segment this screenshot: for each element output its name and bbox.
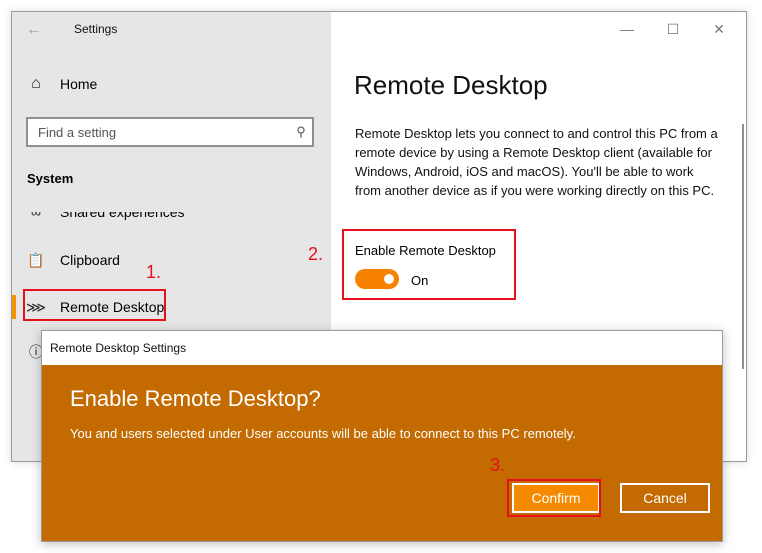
page-title: Remote Desktop xyxy=(354,70,548,100)
step-2-label: 2. xyxy=(308,244,324,264)
clipboard-icon: 📋 xyxy=(27,251,45,268)
maximize-icon[interactable]: ☐ xyxy=(650,17,696,41)
step-3-label: 3. xyxy=(490,455,506,475)
window-title: Settings xyxy=(74,22,118,36)
sidebar-item-label: Clipboard xyxy=(60,252,120,268)
search-icon[interactable]: ⚲ xyxy=(290,124,312,140)
description-text: Remote Desktop lets you connect to and c… xyxy=(355,126,718,198)
sidebar-item-label: Shared experiences xyxy=(60,204,185,220)
scrollbar[interactable] xyxy=(742,124,744,369)
minimize-icon[interactable]: — xyxy=(604,17,650,41)
window-controls: — ☐ ✕ xyxy=(604,17,742,41)
search-box[interactable]: ⚲ xyxy=(26,117,314,147)
shared-experiences-icon: ∞ xyxy=(31,204,41,220)
dialog-heading: Enable Remote Desktop? xyxy=(70,386,321,411)
section-title: System xyxy=(27,171,74,186)
step-1-label: 1. xyxy=(146,262,162,282)
dialog-message: You and users selected under User accoun… xyxy=(70,426,576,441)
search-input[interactable] xyxy=(28,123,290,141)
dialog-title: Remote Desktop Settings xyxy=(50,341,187,355)
highlight-box-step3 xyxy=(507,479,601,517)
sidebar-item-shared-experiences[interactable]: ∞ Shared experiences xyxy=(12,204,331,230)
highlight-box-step1 xyxy=(23,289,166,321)
sidebar-item-home[interactable]: ⌂ Home xyxy=(26,75,97,93)
dialog-body: Enable Remote Desktop? You and users sel… xyxy=(42,365,722,541)
highlight-box-step2 xyxy=(342,229,516,300)
cancel-button[interactable]: Cancel xyxy=(620,483,710,513)
sidebar-item-clipboard[interactable]: 📋 Clipboard xyxy=(12,242,331,278)
back-arrow-icon[interactable]: ← xyxy=(26,21,42,39)
home-icon: ⌂ xyxy=(31,75,41,92)
sidebar-item-label: Home xyxy=(60,76,98,92)
close-icon[interactable]: ✕ xyxy=(696,17,742,41)
remote-desktop-settings-dialog: Remote Desktop Settings Enable Remote De… xyxy=(41,330,723,542)
